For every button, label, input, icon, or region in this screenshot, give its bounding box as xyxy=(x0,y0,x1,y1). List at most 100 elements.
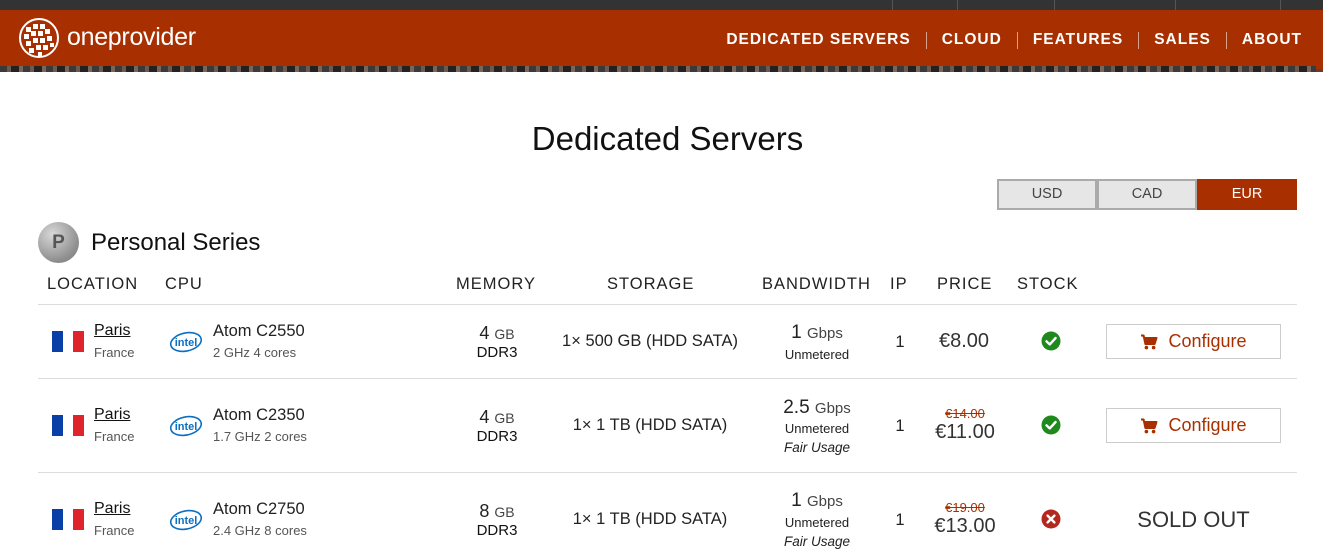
row-divider xyxy=(38,378,1297,379)
nav-cloud[interactable]: CLOUD xyxy=(942,31,1002,49)
utility-divider xyxy=(1175,0,1176,10)
column-header-ip: IP xyxy=(890,275,908,293)
nav-divider xyxy=(1225,31,1227,49)
memory-type: DDR3 xyxy=(476,522,518,539)
nav-divider xyxy=(1016,31,1018,49)
nav-menu: DEDICATED SERVERS CLOUD FEATURES SALES A… xyxy=(726,31,1302,49)
sold-out-label: SOLD OUT xyxy=(1137,507,1250,532)
check-circle-icon xyxy=(1041,331,1061,351)
svg-text:intel: intel xyxy=(175,515,198,527)
bandwidth-speed: 1 Gbps xyxy=(757,322,877,344)
currency-usd-button[interactable]: USD xyxy=(997,179,1097,210)
series-title: Personal Series xyxy=(91,229,261,256)
location-country: France xyxy=(94,523,135,538)
series-badge-icon: P xyxy=(38,222,79,263)
column-header-cpu: CPU xyxy=(165,275,203,293)
bandwidth-unit: Gbps xyxy=(814,400,851,417)
row-divider xyxy=(38,304,1297,305)
x-circle-icon xyxy=(1041,509,1061,529)
location-city-link[interactable]: Paris xyxy=(94,500,130,518)
storage-spec: 1× 1 TB (HDD SATA) xyxy=(572,510,728,528)
utility-divider xyxy=(1280,0,1281,10)
column-header-bandwidth: BANDWIDTH xyxy=(762,275,871,293)
intel-logo-icon: intel xyxy=(169,509,203,531)
original-price: €14.00 xyxy=(945,406,985,421)
svg-text:intel: intel xyxy=(175,337,198,349)
location-country: France xyxy=(94,429,135,444)
nav-features[interactable]: FEATURES xyxy=(1033,31,1123,49)
ip-count: 1 xyxy=(895,333,905,351)
top-utility-bar xyxy=(0,0,1323,10)
memory-type: DDR3 xyxy=(476,344,518,361)
column-header-price: PRICE xyxy=(937,275,993,293)
bandwidth-unit: Gbps xyxy=(807,325,843,342)
currency-eur-button[interactable]: EUR xyxy=(1197,179,1297,210)
nav-divider xyxy=(925,31,927,49)
storage-spec: 1× 500 GB (HDD SATA) xyxy=(562,332,738,350)
configure-button[interactable]: Configure xyxy=(1106,324,1281,359)
price: €11.00 xyxy=(935,421,995,443)
column-header-stock: STOCK xyxy=(1017,275,1079,293)
cpu-spec: 2.4 GHz 8 cores xyxy=(213,523,307,538)
configure-label: Configure xyxy=(1168,415,1247,435)
header-background-strip xyxy=(0,66,1316,72)
intel-logo-icon: intel xyxy=(169,331,203,353)
cpu-model: Atom C2550 xyxy=(213,322,305,340)
memory-type: DDR3 xyxy=(476,428,518,445)
cart-icon xyxy=(1141,418,1158,433)
location-city-link[interactable]: Paris xyxy=(94,322,130,340)
column-header-memory: MEMORY xyxy=(456,275,536,293)
bandwidth-value: 1 xyxy=(791,490,802,511)
oneprovider-logo-icon[interactable] xyxy=(18,17,60,59)
location-city-link[interactable]: Paris xyxy=(94,406,130,424)
utility-divider xyxy=(957,0,958,10)
currency-cad-button[interactable]: CAD xyxy=(1097,179,1197,210)
bandwidth-fair-usage: Fair Usage xyxy=(783,440,851,455)
original-price: €19.00 xyxy=(945,500,985,515)
memory-size-value: 8 xyxy=(479,501,490,521)
nav-divider xyxy=(1138,31,1140,49)
bandwidth-type: Unmetered xyxy=(784,421,850,436)
france-flag-icon xyxy=(52,509,85,530)
france-flag-icon xyxy=(52,415,85,436)
bandwidth-speed: 2.5 Gbps xyxy=(757,397,877,419)
memory-size-unit: GB xyxy=(494,504,515,520)
cart-icon xyxy=(1141,334,1158,349)
ip-count: 1 xyxy=(895,417,905,435)
memory-size: 4 GB xyxy=(457,407,537,428)
memory-size-unit: GB xyxy=(494,326,515,342)
row-divider xyxy=(38,472,1297,473)
main-nav: oneprovider DEDICATED SERVERS CLOUD FEAT… xyxy=(0,10,1323,72)
utility-divider xyxy=(892,0,893,10)
configure-button[interactable]: Configure xyxy=(1106,408,1281,443)
memory-size: 4 GB xyxy=(457,323,537,344)
bandwidth-speed: 1 Gbps xyxy=(757,490,877,512)
check-circle-icon xyxy=(1041,415,1061,435)
price: €8.00 xyxy=(938,330,990,352)
memory-size-unit: GB xyxy=(494,410,515,426)
bandwidth-type: Unmetered xyxy=(784,515,850,530)
storage-spec: 1× 1 TB (HDD SATA) xyxy=(572,416,728,434)
memory-size: 8 GB xyxy=(457,501,537,522)
currency-selector: USD CAD EUR xyxy=(997,179,1297,210)
bandwidth-value: 2.5 xyxy=(783,397,810,418)
france-flag-icon xyxy=(52,331,85,352)
bandwidth-fair-usage: Fair Usage xyxy=(783,534,851,549)
intel-logo-icon: intel xyxy=(169,415,203,437)
bandwidth-value: 1 xyxy=(791,322,802,343)
brand-name[interactable]: oneprovider xyxy=(67,23,196,52)
memory-size-value: 4 xyxy=(479,407,490,427)
nav-sales[interactable]: SALES xyxy=(1154,31,1211,49)
configure-label: Configure xyxy=(1168,331,1247,351)
cpu-spec: 2 GHz 4 cores xyxy=(213,345,297,360)
memory-size-value: 4 xyxy=(479,323,490,343)
bandwidth-type: Unmetered xyxy=(784,347,850,362)
cpu-spec: 1.7 GHz 2 cores xyxy=(213,429,307,444)
column-header-storage: STORAGE xyxy=(607,275,695,293)
cpu-model: Atom C2750 xyxy=(213,500,305,518)
nav-dedicated-servers[interactable]: DEDICATED SERVERS xyxy=(726,31,910,49)
bandwidth-unit: Gbps xyxy=(807,493,843,510)
column-header-location: LOCATION xyxy=(47,275,139,293)
nav-about[interactable]: ABOUT xyxy=(1242,31,1302,49)
ip-count: 1 xyxy=(895,511,905,529)
